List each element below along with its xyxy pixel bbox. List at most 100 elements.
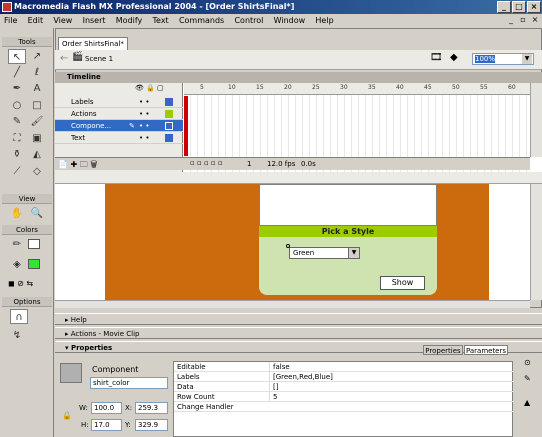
lock-icon[interactable]: 🔒 [62,411,72,420]
show-button[interactable]: Show [380,276,425,290]
layer-text[interactable]: Text • • [55,132,183,144]
y-field[interactable]: 329.9 [135,419,168,431]
menu-insert[interactable]: Insert [79,16,110,25]
color-options-icons[interactable]: ◼ ⊘ ⇆ [8,279,44,289]
fill-transform-tool-icon[interactable]: ▣ [28,131,46,146]
brush-tool-icon[interactable]: 🖌 [28,114,46,129]
pencil-tool-icon[interactable]: ✎ [8,114,26,129]
arrow-tool-icon[interactable]: ↖ [8,49,26,64]
fill-color-icon[interactable]: ◈ [8,257,26,272]
scene-label[interactable]: Scene 1 [85,55,113,63]
oval-tool-icon[interactable]: ○ [8,98,26,113]
doc-restore-button[interactable]: ▫ [518,15,528,25]
frame-ruler[interactable]: 5 10 15 20 25 30 35 40 45 50 55 60 [184,83,530,95]
menu-edit[interactable]: Edit [24,16,48,25]
close-button[interactable]: × [527,1,541,13]
zoom-tool-icon[interactable]: 🔍 [28,206,46,221]
layer-name: Compone... [71,122,112,130]
line-tool-icon[interactable]: ╱ [8,65,26,80]
onion-skin-icons[interactable]: ▫ ▫ ▫ ▫ ▫ [190,159,223,167]
subselect-tool-icon[interactable]: ↗ [28,49,46,64]
ruler-tick: 15 [256,84,264,91]
tab-properties[interactable]: Properties [423,345,463,355]
add-layer-icons[interactable]: 📄 ✚ 🗀 🗑 [58,159,98,173]
tab-order-shirts[interactable]: Order ShirtsFinal* [58,37,128,50]
paint-bucket-tool-icon[interactable]: ◭ [28,147,46,162]
layer-labels[interactable]: Labels • • [55,96,183,108]
param-row[interactable]: Labels [Green,Red,Blue] [174,372,514,382]
param-row[interactable]: Change Handler [174,402,514,412]
edit-scene-icon[interactable]: 🎞 [430,52,444,66]
menu-commands[interactable]: Commands [175,16,228,25]
lasso-tool-icon[interactable]: ℓ [28,65,46,80]
smooth-icon[interactable]: ↯ [8,328,26,343]
help-panel-header[interactable]: ▸ Help [55,313,542,325]
actions-panel-header[interactable]: ▸ Actions - Movie Clip [55,327,542,339]
stage-vertical-scrollbar[interactable] [530,184,542,300]
ruler-tick: 60 [508,84,516,91]
layer-name: Labels [71,98,94,106]
snap-magnet-icon[interactable]: ∩ [10,309,28,324]
stage-horizontal-scrollbar[interactable] [55,300,530,308]
layer-actions[interactable]: Actions • • [55,108,183,120]
eyedropper-tool-icon[interactable]: ⟋ [8,164,26,179]
tab-parameters[interactable]: Parameters [464,345,508,355]
actions-panel-title: Actions - Movie Clip [70,330,140,338]
param-row[interactable]: Row Count 5 [174,392,514,402]
expand-icon[interactable]: ▲ [524,398,530,407]
minimize-button[interactable]: _ [497,1,511,13]
flash-app-icon[interactable] [2,2,12,12]
edit-symbols-icon[interactable]: ◆ [450,52,464,66]
stroke-color-swatch[interactable] [28,239,40,249]
doc-close-button[interactable]: × [530,15,540,25]
menu-file[interactable]: File [0,16,21,25]
shirt-image-area[interactable] [259,184,437,226]
edit-icon[interactable]: ✎ [524,374,531,383]
menu-help[interactable]: Help [311,16,337,25]
layer-dots: • • [139,134,150,142]
height-field[interactable]: 17.0 [91,419,122,431]
doc-minimize-button[interactable]: _ [506,15,516,25]
instance-name-field[interactable]: shirt_color [90,377,168,389]
ink-bottle-tool-icon[interactable]: ⚱ [8,147,26,162]
pencil-icon: ✎ [129,122,135,130]
free-transform-tool-icon[interactable]: ⛶ [8,131,26,146]
help-panel-title: Help [70,316,87,324]
tools-heading: Tools [2,37,52,47]
playhead[interactable] [184,96,188,156]
ruler-tick: 45 [424,84,432,91]
eraser-tool-icon[interactable]: ◇ [28,164,46,179]
menu-view[interactable]: View [49,16,76,25]
hand-tool-icon[interactable]: ✋ [8,206,26,221]
param-key: Labels [177,373,200,381]
menu-window[interactable]: Window [270,16,310,25]
chevron-down-icon[interactable]: ▼ [348,248,359,258]
param-row[interactable]: Editable false [174,362,514,372]
back-arrow-icon[interactable]: ← [60,53,68,64]
zoom-select[interactable]: 100% ▼ [472,53,534,65]
menu-control[interactable]: Control [230,16,267,25]
pen-tool-icon[interactable]: ✒ [8,81,26,96]
timeline-footer: 📄 ✚ 🗀 🗑 ▫ ▫ ▫ ▫ ▫ 1 12.0 fps 0.0s [55,157,530,170]
param-value: 5 [269,392,277,402]
chevron-down-icon[interactable]: ▼ [522,54,532,64]
menu-modify[interactable]: Modify [112,16,147,25]
timeline-header[interactable]: Timeline [55,72,542,83]
height-label: H: [81,421,89,429]
fill-color-swatch[interactable] [28,259,40,269]
layer-component[interactable]: Compone... ✎ • • [55,120,183,132]
rectangle-tool-icon[interactable]: □ [28,98,46,113]
width-field[interactable]: 100.0 [91,402,122,414]
help-icon[interactable]: ⊙ [524,358,531,367]
properties-panel-title: Properties [70,344,113,352]
options-heading: Options [2,297,52,307]
text-tool-icon[interactable]: A [28,81,46,96]
x-field[interactable]: 259.3 [135,402,168,414]
param-row[interactable]: Data [] [174,382,514,392]
component-kind: Component [92,365,139,374]
timeline-scrollbar[interactable] [530,83,542,157]
stroke-color-icon[interactable]: ✏ [8,237,26,252]
menu-text[interactable]: Text [149,16,173,25]
layer-header-icons: 👁 🔒 ▢ [135,84,164,92]
maximize-button[interactable]: □ [512,1,526,13]
